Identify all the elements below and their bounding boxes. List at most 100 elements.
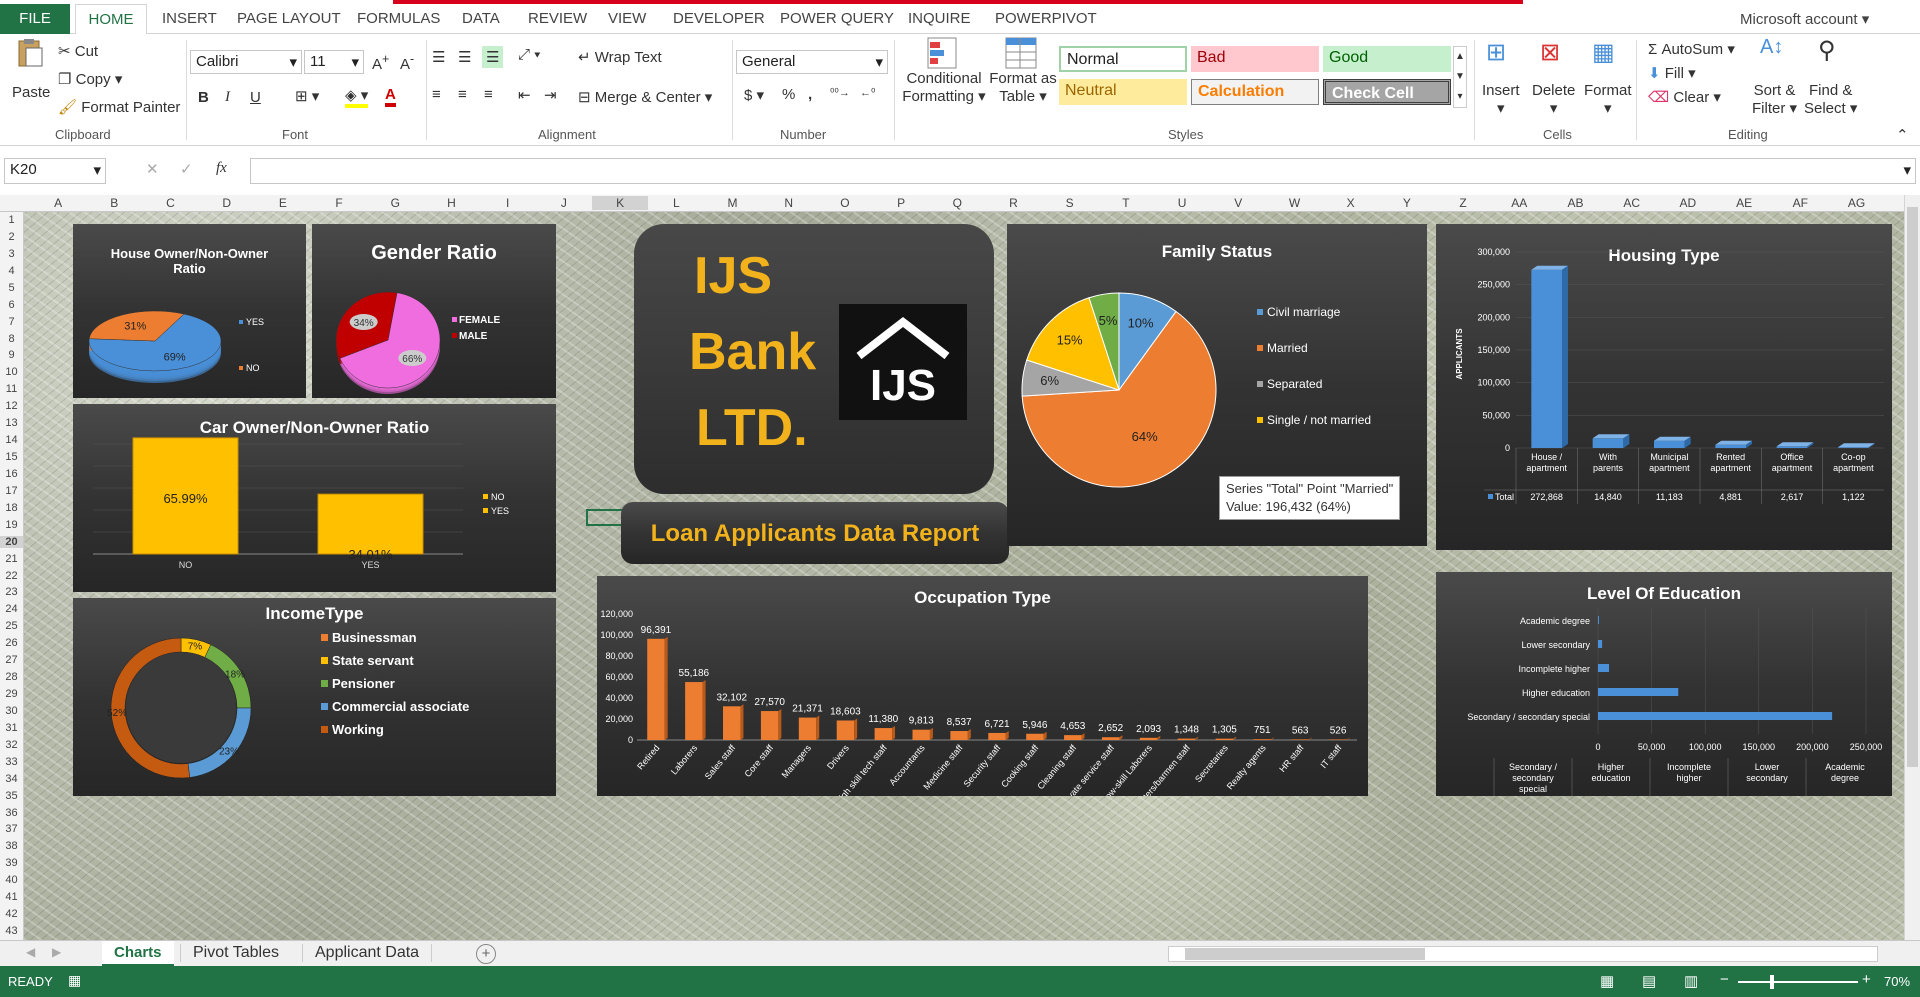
row-header[interactable]: 42 <box>0 908 23 920</box>
zoom-out-icon[interactable]: − <box>1720 971 1729 988</box>
row-header[interactable]: 40 <box>0 874 23 886</box>
column-header[interactable]: AD <box>1660 196 1716 210</box>
style-normal[interactable]: Normal <box>1059 46 1187 72</box>
family-status-chart[interactable]: Family Status 10% 64% 6% 15% 5% Civil marriag… <box>1007 224 1427 546</box>
tab-page-layout[interactable]: PAGE LAYOUT <box>237 10 341 27</box>
tab-insert[interactable]: INSERT <box>162 10 217 27</box>
row-header[interactable]: 5 <box>0 282 23 294</box>
column-header[interactable]: G <box>367 196 423 210</box>
zoom-level[interactable]: 70% <box>1884 974 1910 989</box>
column-header[interactable]: N <box>761 196 817 210</box>
page-layout-view-icon[interactable]: ▤ <box>1642 972 1656 990</box>
column-header[interactable]: E <box>255 196 311 210</box>
row-header[interactable]: 31 <box>0 722 23 734</box>
row-header[interactable]: 26 <box>0 637 23 649</box>
row-header[interactable]: 3 <box>0 248 23 260</box>
conditional-formatting-button[interactable]: Conditional Formatting ▾ <box>900 70 988 105</box>
row-header[interactable]: 25 <box>0 620 23 632</box>
row-header[interactable]: 17 <box>0 485 23 497</box>
row-header[interactable]: 8 <box>0 333 23 345</box>
row-header[interactable]: 38 <box>0 840 23 852</box>
row-header[interactable]: 11 <box>0 383 23 395</box>
paste-button[interactable]: Paste <box>12 84 50 101</box>
tab-inquire[interactable]: INQUIRE <box>908 10 971 27</box>
middle-align-icon[interactable]: ☰ <box>458 48 471 66</box>
merge-center-button[interactable]: ⊟ Merge & Center ▾ <box>578 88 712 106</box>
row-header[interactable]: 20 <box>0 535 23 548</box>
row-header[interactable]: 36 <box>0 807 23 819</box>
tab-formulas[interactable]: FORMULAS <box>357 10 440 27</box>
align-center-icon[interactable]: ≡ <box>458 86 467 103</box>
style-good[interactable]: Good <box>1323 46 1451 72</box>
column-header[interactable]: J <box>536 196 592 210</box>
column-header[interactable]: Y <box>1379 196 1435 210</box>
row-header[interactable]: 39 <box>0 857 23 869</box>
row-header[interactable]: 1 <box>0 214 23 226</box>
row-header[interactable]: 12 <box>0 400 23 412</box>
tab-view[interactable]: VIEW <box>608 10 646 27</box>
row-header[interactable]: 19 <box>0 519 23 531</box>
cut-button[interactable]: ✂ Cut <box>58 42 98 60</box>
column-header[interactable]: B <box>86 196 142 210</box>
tab-power-query[interactable]: POWER QUERY <box>780 10 894 27</box>
gender-chart[interactable]: Gender Ratio 66% 34% FEMALE MALE <box>312 224 556 398</box>
row-header[interactable]: 13 <box>0 417 23 429</box>
page-break-view-icon[interactable]: ▥ <box>1684 972 1698 990</box>
row-header[interactable]: 18 <box>0 502 23 514</box>
font-size-select[interactable]: 11 ▾ <box>304 50 364 74</box>
decrease-indent-icon[interactable]: ⇤ <box>518 86 531 104</box>
row-header[interactable]: 9 <box>0 349 23 361</box>
row-header[interactable]: 29 <box>0 688 23 700</box>
fill-button[interactable]: ⬇ Fill ▾ <box>1648 64 1696 82</box>
tab-file[interactable]: FILE <box>0 4 70 34</box>
row-header[interactable]: 35 <box>0 790 23 802</box>
clear-button[interactable]: ⌫ Clear ▾ <box>1648 88 1721 106</box>
column-header[interactable]: V <box>1210 196 1266 210</box>
column-header[interactable]: T <box>1098 196 1154 210</box>
sheet-tab-applicant-data[interactable]: Applicant Data <box>302 944 433 962</box>
column-header[interactable]: AF <box>1772 196 1828 210</box>
zoom-in-icon[interactable]: + <box>1862 971 1871 988</box>
row-header[interactable]: 4 <box>0 265 23 277</box>
sort-filter-button[interactable]: Sort & Filter ▾ <box>1752 82 1797 117</box>
horizontal-scrollbar[interactable] <box>1168 946 1878 962</box>
row-header[interactable]: 6 <box>0 299 23 311</box>
row-header[interactable]: 30 <box>0 705 23 717</box>
font-color-icon[interactable]: A <box>385 86 396 107</box>
style-calculation[interactable]: Calculation <box>1191 79 1319 105</box>
row-header[interactable]: 21 <box>0 553 23 565</box>
delete-cells-button[interactable]: Delete ▾ <box>1532 82 1575 117</box>
column-header[interactable]: C <box>142 196 198 210</box>
tab-home[interactable]: HOME <box>75 4 147 35</box>
sheet-tab-charts[interactable]: Charts <box>102 941 174 967</box>
column-header[interactable]: R <box>985 196 1041 210</box>
decrease-decimal-icon[interactable]: ←⁰ <box>860 86 875 99</box>
column-header[interactable]: L <box>648 196 704 210</box>
insert-cells-button[interactable]: Insert ▾ <box>1482 82 1520 117</box>
increase-decimal-icon[interactable]: ⁰⁰→ <box>830 86 850 99</box>
row-header[interactable]: 27 <box>0 654 23 666</box>
zoom-slider-thumb[interactable] <box>1770 975 1774 989</box>
column-header[interactable]: Z <box>1435 196 1491 210</box>
tab-review[interactable]: REVIEW <box>528 10 587 27</box>
column-header[interactable]: O <box>817 196 873 210</box>
row-header[interactable]: 14 <box>0 434 23 446</box>
top-align-icon[interactable]: ☰ <box>432 48 445 66</box>
housing-type-chart[interactable]: Housing Type APPLICANTS 300,000 250,000 200… <box>1436 224 1892 550</box>
style-check-cell[interactable]: Check Cell <box>1323 79 1451 105</box>
column-header[interactable]: M <box>704 196 760 210</box>
prev-sheet-icon[interactable]: ◀ <box>26 945 35 959</box>
bottom-align-icon[interactable]: ☰ <box>482 46 504 68</box>
column-header[interactable]: S <box>1042 196 1098 210</box>
shrink-font-button[interactable]: A- <box>400 52 414 73</box>
row-header[interactable]: 23 <box>0 586 23 598</box>
italic-button[interactable]: I <box>225 89 230 106</box>
horizontal-scroll-thumb[interactable] <box>1185 948 1425 960</box>
education-chart[interactable]: Level Of Education 0 50,000 100,000 150,000… <box>1436 572 1892 796</box>
column-header[interactable]: F <box>311 196 367 210</box>
format-cells-button[interactable]: Format ▾ <box>1584 82 1632 117</box>
row-header[interactable]: 10 <box>0 366 23 378</box>
row-header[interactable]: 37 <box>0 823 23 835</box>
vertical-scroll-thumb[interactable] <box>1907 207 1918 767</box>
percent-button[interactable]: % <box>782 86 795 103</box>
